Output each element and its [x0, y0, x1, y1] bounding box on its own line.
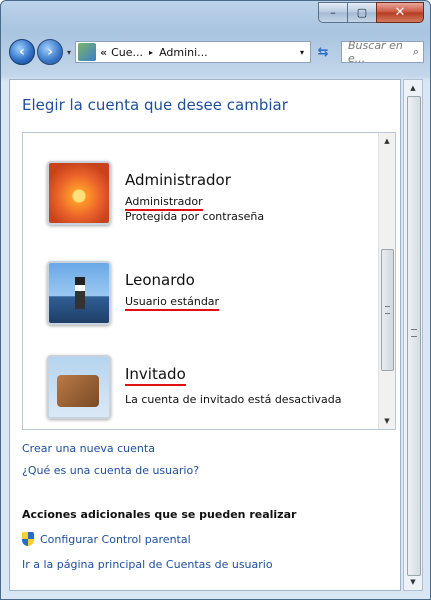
- search-input[interactable]: Buscar en e... ⌕: [341, 39, 424, 65]
- account-picture: [47, 261, 111, 325]
- breadcrumb-administrar[interactable]: Admini...: [159, 46, 208, 59]
- account-administrador[interactable]: Administrador Administrador Protegida po…: [47, 161, 367, 241]
- account-leonardo[interactable]: Leonardo Usuario estándar: [47, 261, 367, 341]
- account-name: Invitado: [125, 365, 186, 386]
- caption-buttons: – ▢ ✕: [318, 2, 424, 23]
- account-name: Leonardo: [125, 271, 195, 289]
- account-status: La cuenta de invitado está desactivada: [125, 393, 342, 406]
- account-invitado[interactable]: Invitado La cuenta de invitado está desa…: [47, 355, 367, 435]
- forward-arrow-icon: ›: [47, 44, 53, 60]
- address-bar[interactable]: « Cue... ▸ Admini... ▾: [75, 41, 312, 63]
- additional-actions-heading: Acciones adicionales que se pueden reali…: [22, 508, 297, 521]
- main-content: Elegir la cuenta que desee cambiar Admin…: [9, 79, 401, 591]
- window-scrollbar[interactable]: ▲ ▼: [403, 79, 423, 591]
- back-arrow-icon: ‹: [19, 44, 25, 60]
- accounts-list: Administrador Administrador Protegida po…: [22, 132, 396, 430]
- breadcrumb-cuentas[interactable]: Cue...: [111, 46, 143, 59]
- control-panel-icon: [78, 43, 97, 61]
- search-icon[interactable]: ⌕: [413, 45, 419, 59]
- navigation-bar: ‹ › ▾ « Cue... ▸ Admini... ▾ ⇆ Buscar en…: [9, 35, 424, 69]
- scroll-thumb[interactable]: [381, 249, 394, 371]
- parental-control-link[interactable]: Configurar Control parental: [22, 532, 191, 546]
- scroll-up-icon[interactable]: ▲: [379, 133, 395, 149]
- search-placeholder: Buscar en e...: [348, 39, 403, 65]
- recent-pages-dropdown[interactable]: ▾: [67, 48, 71, 57]
- account-type: Usuario estándar: [125, 295, 220, 311]
- overflow-chevron-icon[interactable]: «: [100, 46, 107, 59]
- scroll-down-icon[interactable]: ▼: [379, 413, 395, 429]
- account-status: Protegida por contraseña: [125, 210, 265, 223]
- minimize-button[interactable]: –: [318, 2, 348, 23]
- create-account-link[interactable]: Crear una nueva cuenta: [22, 442, 155, 455]
- address-dropdown-icon[interactable]: ▾: [300, 48, 304, 57]
- refresh-button[interactable]: ⇆: [311, 41, 335, 63]
- back-button[interactable]: ‹: [9, 39, 35, 65]
- control-panel-window: – ▢ ✕ ‹ › ▾ « Cue... ▸ Admini... ▾ ⇆ Bus…: [0, 0, 431, 600]
- forward-button[interactable]: ›: [37, 39, 63, 65]
- accounts-scrollbar[interactable]: ▲ ▼: [378, 133, 395, 429]
- close-button[interactable]: ✕: [376, 2, 424, 23]
- account-picture: [47, 355, 111, 419]
- account-picture: [47, 161, 111, 225]
- page-title: Elegir la cuenta que desee cambiar: [22, 96, 288, 114]
- window-scroll-thumb[interactable]: [407, 96, 421, 576]
- refresh-icon: ⇆: [317, 44, 329, 60]
- window-scroll-up-icon[interactable]: ▲: [404, 80, 422, 96]
- user-accounts-main-page-link[interactable]: Ir a la página principal de Cuentas de u…: [22, 558, 273, 571]
- uac-shield-icon: [22, 532, 34, 546]
- maximize-button[interactable]: ▢: [347, 2, 377, 23]
- breadcrumb-separator-icon[interactable]: ▸: [149, 48, 153, 57]
- account-name: Administrador: [125, 171, 231, 189]
- what-is-account-link[interactable]: ¿Qué es una cuenta de usuario?: [22, 464, 199, 477]
- account-type: Administrador: [125, 195, 203, 211]
- window-scroll-down-icon[interactable]: ▼: [404, 574, 422, 590]
